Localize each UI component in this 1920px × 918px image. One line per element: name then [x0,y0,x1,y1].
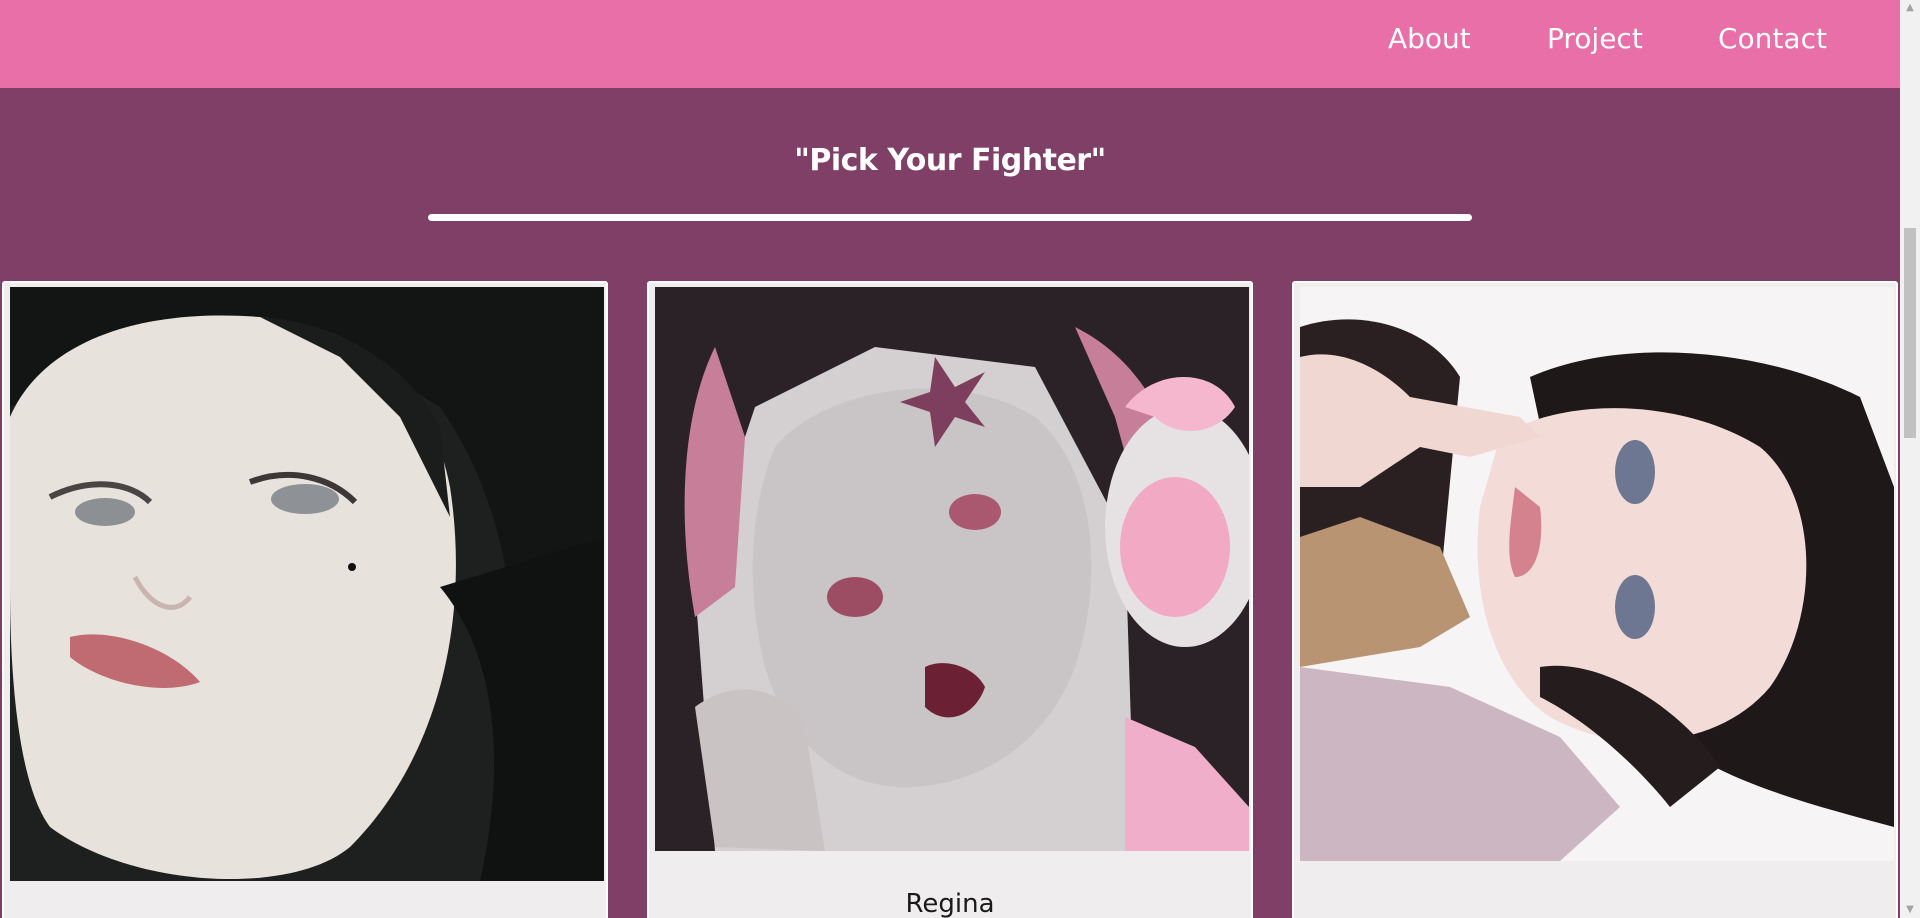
fighter-name-2: Regina [905,889,995,918]
fighter-image-2 [655,287,1249,851]
section-title: "Pick Your Fighter" [794,143,1106,178]
nav-link-about[interactable]: About [1388,22,1471,55]
fighter-image-3 [1300,287,1894,861]
nav-link-project[interactable]: Project [1547,22,1643,55]
triangle-up-icon[interactable]: ▲ [1900,0,1920,16]
nav-link-contact[interactable]: Contact [1718,22,1827,55]
fighter-card-3[interactable] [1292,281,1898,918]
fighter-section: "Pick Your Fighter" Regina [0,88,1900,918]
fighter-card-2[interactable]: Regina [647,281,1253,918]
fighter-image-1 [10,287,604,881]
top-navbar: About Project Contact [0,0,1900,88]
triangle-down-icon[interactable]: ▼ [1900,902,1920,918]
fighter-card-1[interactable] [2,281,608,918]
title-divider [428,214,1472,221]
page-scrollbar[interactable]: ▲ ▼ [1900,0,1920,918]
scrollbar-thumb[interactable] [1904,228,1916,438]
